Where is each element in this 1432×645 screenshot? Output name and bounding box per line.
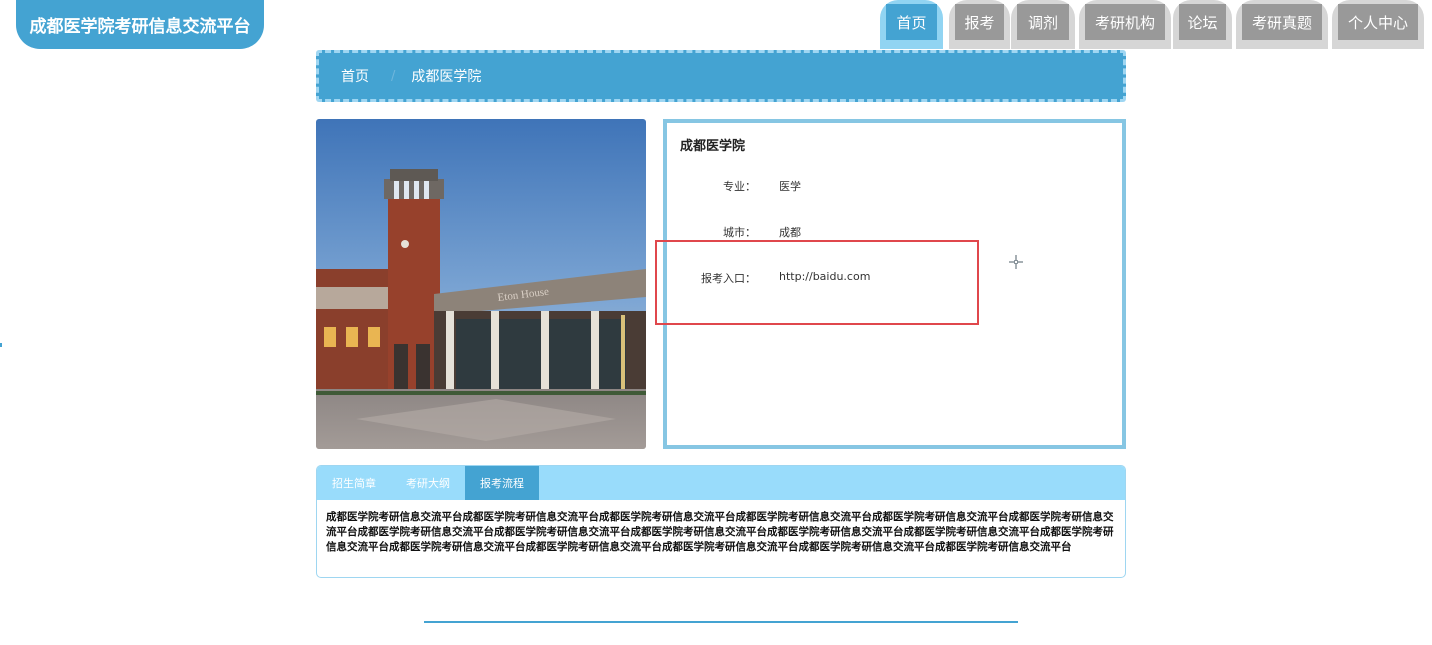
breadcrumb-home-link[interactable]: 首页 (341, 66, 369, 86)
school-tabs-panel: 招生简章 考研大纲 报考流程 成都医学院考研信息交流平台成都医学院考研信息交流平… (316, 465, 1126, 578)
nav-item-past-papers[interactable]: 考研真题 (1236, 0, 1328, 49)
nav-item-label: 考研真题 (1242, 4, 1322, 40)
school-photo: Eton House (316, 119, 646, 449)
nav-item-label: 考研机构 (1085, 4, 1165, 40)
major-value: 医学 (779, 180, 801, 193)
footer-divider (424, 621, 1018, 623)
tab-exam-syllabus[interactable]: 考研大纲 (391, 466, 465, 500)
tab-admission-guide[interactable]: 招生简章 (317, 466, 391, 500)
highlight-annotation (655, 240, 979, 325)
city-value: 成都 (779, 226, 801, 239)
crosshair-cursor-icon (1009, 255, 1023, 269)
nav-item-forum[interactable]: 论坛 (1173, 0, 1232, 49)
school-name: 成都医学院 (680, 139, 746, 154)
tab-application-process[interactable]: 报考流程 (465, 466, 539, 500)
major-label: 专业： (723, 180, 756, 193)
breadcrumb-separator: / (391, 68, 396, 84)
tab-strip: 招生简章 考研大纲 报考流程 (317, 466, 1125, 500)
scroll-edge-marker (0, 343, 2, 347)
nav-item-institutions[interactable]: 考研机构 (1079, 0, 1171, 49)
nav-item-label: 论坛 (1179, 4, 1226, 40)
breadcrumb: 首页 / 成都医学院 (316, 50, 1126, 102)
nav-item-label: 首页 (886, 4, 937, 40)
breadcrumb-current: 成都医学院 (411, 69, 482, 85)
nav-item-home[interactable]: 首页 (880, 0, 943, 49)
nav-item-label: 个人中心 (1338, 4, 1418, 40)
nav-item-transfer[interactable]: 调剂 (1011, 0, 1075, 49)
nav-item-profile[interactable]: 个人中心 (1332, 0, 1424, 49)
nav-item-label: 调剂 (1017, 4, 1069, 40)
tab-content-text: 成都医学院考研信息交流平台成都医学院考研信息交流平台成都医学院考研信息交流平台成… (326, 511, 1114, 553)
nav-item-apply[interactable]: 报考 (949, 0, 1010, 49)
city-label: 城市： (723, 226, 756, 239)
nav-item-label: 报考 (955, 4, 1004, 40)
site-brand[interactable]: 成都医学院考研信息交流平台 (16, 0, 264, 49)
